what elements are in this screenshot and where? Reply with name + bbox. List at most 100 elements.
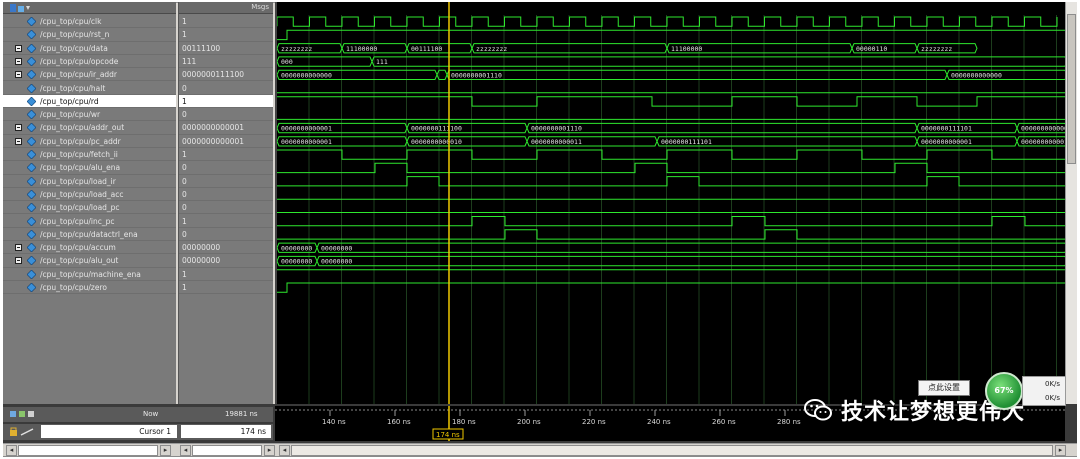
- signal-value-row[interactable]: 0: [179, 108, 273, 122]
- signal-value-row[interactable]: 1: [179, 268, 273, 281]
- signal-value-row[interactable]: 111: [179, 55, 273, 69]
- addr-out-bus-label: 0000000000001: [281, 125, 332, 133]
- signal-diamond-icon: [27, 189, 36, 199]
- signal-row[interactable]: /cpu_top/cpu/rd: [3, 94, 176, 109]
- expand-bus-icon[interactable]: [15, 244, 22, 252]
- signal-row[interactable]: /cpu_top/cpu/rst_n: [3, 28, 176, 42]
- signal-row[interactable]: /cpu_top/cpu/machine_ena: [3, 268, 176, 281]
- addr-out-bus-label: 0000000001110: [531, 125, 582, 133]
- accum-bus-label: 00000000: [321, 244, 352, 252]
- expand-bus-icon[interactable]: [15, 124, 22, 132]
- datactrl-wave: [277, 229, 1065, 240]
- signal-diamond-icon: [27, 136, 36, 146]
- cursor-name-field[interactable]: Cursor 1: [41, 425, 177, 438]
- name-pane-hscroll[interactable]: [18, 445, 158, 456]
- signal-value-row[interactable]: 00111100: [179, 42, 273, 55]
- alu-out-bus-label: 00000000: [321, 258, 352, 266]
- signal-name: /cpu_top/cpu/load_acc: [40, 189, 124, 199]
- signal-name: /cpu_top/cpu/load_pc: [40, 203, 120, 213]
- waveform-area[interactable]: zzzzzzzz 11100000 00111100 zzzzzzzz 11100000…: [275, 2, 1065, 404]
- signal-diamond-icon: [27, 70, 36, 80]
- signal-value-row[interactable]: 1: [179, 94, 273, 109]
- signal-row[interactable]: /cpu_top/cpu/ir_addr: [3, 68, 176, 82]
- value-scroll-right-button[interactable]: ▸: [264, 445, 275, 456]
- zero-wave: [277, 282, 1065, 293]
- waveform-canvas[interactable]: zzzzzzzz 11100000 00111100 zzzzzzzz 11100000…: [277, 2, 1065, 404]
- value-pane-hscroll[interactable]: [192, 445, 262, 456]
- signal-value-row[interactable]: 1: [179, 281, 273, 295]
- signal-row[interactable]: /cpu_top/cpu/datactrl_ena: [3, 228, 176, 242]
- signal-row[interactable]: /cpu_top/cpu/load_acc: [3, 188, 176, 202]
- cursor-row: Cursor 1 174 ns: [3, 424, 273, 440]
- signal-value-row[interactable]: 0: [179, 188, 273, 202]
- wave-hscroll[interactable]: [291, 445, 1053, 456]
- cursor-lock-icon[interactable]: [9, 427, 35, 437]
- data-bus-label: zzzzzzzz: [281, 45, 312, 53]
- signal-value-row[interactable]: 0000000111100: [179, 68, 273, 82]
- signal-row[interactable]: /cpu_top/cpu/wr: [3, 108, 176, 122]
- signal-row[interactable]: /cpu_top/cpu/alu_ena: [3, 161, 176, 175]
- pc-addr-bus-label: 0000000000010: [1021, 138, 1065, 146]
- ruler-tick-label: 180 ns: [452, 418, 476, 426]
- signal-row[interactable]: /cpu_top/cpu/opcode: [3, 55, 176, 69]
- signal-row[interactable]: /cpu_top/cpu/addr_out: [3, 121, 176, 135]
- signal-value: 1: [182, 30, 187, 40]
- signal-diamond-icon: [27, 176, 36, 186]
- signal-row[interactable]: /cpu_top/cpu/load_ir: [3, 175, 176, 188]
- wave-scroll-right-button[interactable]: ▸: [1055, 445, 1066, 456]
- signal-value-row[interactable]: 00000000: [179, 254, 273, 268]
- ir-addr-bus-label: 0000000000000: [281, 72, 332, 80]
- wave-toolbar-icon[interactable]: [9, 3, 31, 13]
- signal-value-row[interactable]: 0: [179, 175, 273, 188]
- ruler-tick-label: 280 ns: [777, 418, 801, 426]
- signal-row[interactable]: /cpu_top/cpu/load_pc: [3, 201, 176, 215]
- value-scroll-left-button[interactable]: ◂: [180, 445, 191, 456]
- signal-row[interactable]: /cpu_top/cpu/pc_addr: [3, 135, 176, 148]
- expand-bus-icon[interactable]: [15, 257, 22, 265]
- signal-name: /cpu_top/cpu/fetch_ii: [40, 150, 118, 159]
- data-bus-label: zzzzzzzz: [476, 45, 507, 53]
- wave-scroll-left-button[interactable]: ◂: [279, 445, 290, 456]
- signal-name: /cpu_top/cpu/addr_out: [40, 123, 125, 133]
- expand-bus-icon[interactable]: [15, 44, 22, 52]
- signal-value: 1: [182, 96, 187, 106]
- signal-value: 0: [182, 229, 187, 239]
- cursor-value-field[interactable]: 174 ns: [181, 425, 271, 438]
- signal-value-row[interactable]: 0000000000001: [179, 121, 273, 135]
- signal-value-row[interactable]: 1: [179, 15, 273, 29]
- vertical-scrollbar[interactable]: [1065, 2, 1077, 404]
- signal-row[interactable]: /cpu_top/cpu/zero: [3, 281, 176, 295]
- signal-row[interactable]: /cpu_top/cpu/alu_out: [3, 254, 176, 268]
- expand-bus-icon[interactable]: [15, 57, 22, 65]
- signal-row[interactable]: /cpu_top/cpu/clk: [3, 15, 176, 29]
- name-scroll-right-button[interactable]: ▸: [160, 445, 171, 456]
- expand-bus-icon[interactable]: [15, 137, 22, 145]
- signal-row[interactable]: /cpu_top/cpu/inc_pc: [3, 215, 176, 228]
- upload-speed: 0K/s: [1045, 380, 1061, 388]
- expand-bus-icon[interactable]: [15, 71, 22, 79]
- signal-value-row[interactable]: 1: [179, 28, 273, 42]
- signal-value-row[interactable]: 0: [179, 228, 273, 242]
- settings-popup[interactable]: 点此设置: [918, 380, 970, 396]
- fetch-wave: [277, 149, 1065, 160]
- signal-value-row[interactable]: 1: [179, 148, 273, 162]
- signal-name: /cpu_top/cpu/clk: [40, 17, 102, 26]
- ruler-tick-label: 240 ns: [647, 418, 671, 426]
- accum-bus-segment: [316, 242, 1065, 253]
- signal-value-row[interactable]: 1: [179, 215, 273, 228]
- network-speed-ball[interactable]: 67%: [985, 372, 1023, 410]
- signal-value: 0: [182, 189, 187, 199]
- addr-out-bus-label: 0000000111100: [411, 125, 462, 133]
- signal-row[interactable]: /cpu_top/cpu/data: [3, 42, 176, 55]
- vertical-scroll-thumb[interactable]: [1067, 14, 1076, 164]
- signal-row[interactable]: /cpu_top/cpu/halt: [3, 82, 176, 95]
- signal-value-row[interactable]: 0: [179, 161, 273, 175]
- signal-row[interactable]: /cpu_top/cpu/fetch_ii: [3, 148, 176, 162]
- name-scroll-left-button[interactable]: ◂: [6, 445, 17, 456]
- signal-value: 111: [182, 56, 197, 66]
- signal-value-row[interactable]: 0000000000001: [179, 135, 273, 148]
- signal-value-row[interactable]: 00000000: [179, 241, 273, 255]
- signal-value-row[interactable]: 0: [179, 82, 273, 95]
- signal-row[interactable]: /cpu_top/cpu/accum: [3, 241, 176, 255]
- signal-value-row[interactable]: 0: [179, 201, 273, 215]
